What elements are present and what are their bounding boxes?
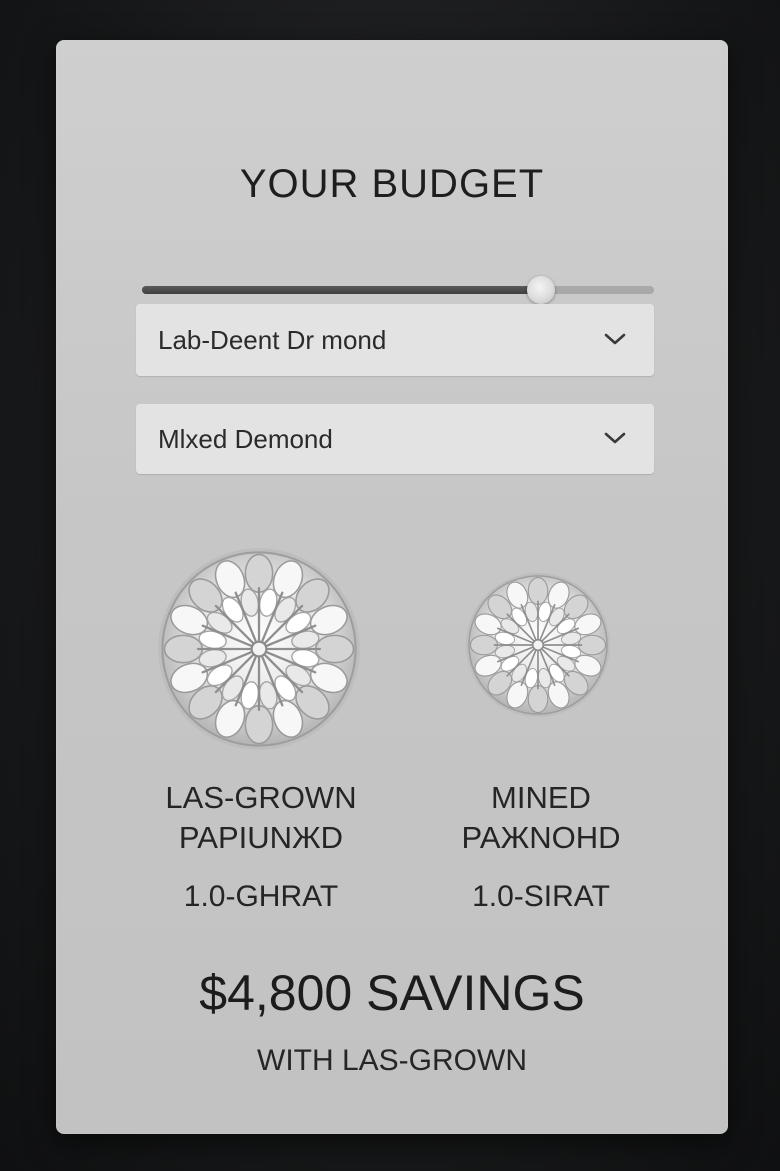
mined-label-line1: MINED	[491, 780, 591, 815]
lab-grown-label-line1: LAS-GROWN	[165, 780, 357, 815]
savings-subtitle: WITH LAS-GROWN	[257, 1044, 527, 1077]
chevron-down-icon[interactable]	[602, 330, 628, 348]
mined-label-line2: PAЖNOHD	[461, 820, 621, 855]
lab-grown-column: LAS-GROWN PAPIUNЖD 1.0-GHRAT	[136, 778, 386, 914]
diamond-type-select[interactable]: Lab-Deent Dr mond	[136, 304, 654, 376]
mined-type-select[interactable]: Mlxed Demond	[136, 404, 654, 474]
slider-thumb[interactable]	[527, 276, 556, 304]
slider-fill	[142, 286, 542, 294]
mined-diamond-icon	[466, 573, 610, 717]
savings-amount: $4,800 SAVINGS	[199, 965, 585, 1021]
budget-slider[interactable]	[142, 276, 654, 304]
lab-grown-diamond-icon	[158, 548, 360, 750]
mined-type-value: Mlxed Demond	[158, 424, 333, 454]
diamond-type-value: Lab-Deent Dr mond	[158, 325, 387, 355]
lab-grown-label-line2: PAPIUNЖD	[178, 820, 344, 855]
lab-grown-carat: 1.0-GHRAT	[183, 880, 339, 913]
mined-column: MINED PAЖNOHD 1.0-SIRAT	[436, 778, 646, 914]
mined-carat: 1.0-SIRAT	[472, 880, 610, 913]
budget-card: YOUR BUDGET Lab-Deent Dr mond Mlxed Demo…	[56, 40, 728, 1134]
page-title: YOUR BUDGET	[239, 162, 545, 206]
chevron-down-icon[interactable]	[602, 429, 628, 447]
